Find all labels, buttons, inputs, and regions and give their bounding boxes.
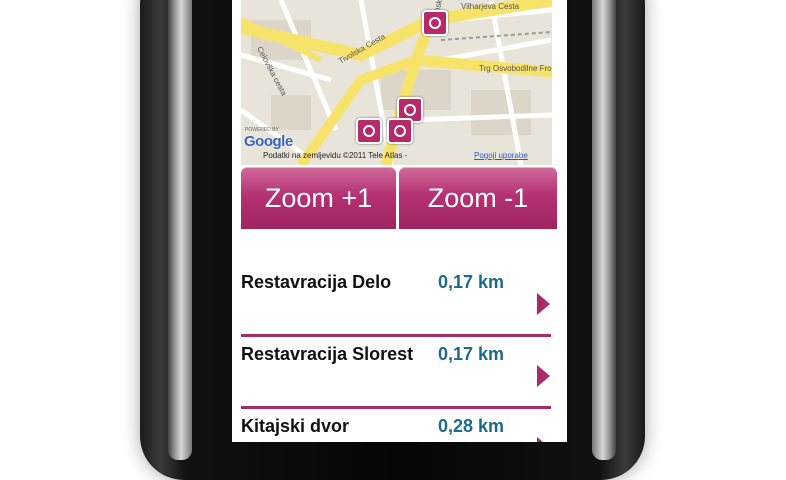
- street-label: Trg Osvobodilne Fronte: [479, 64, 552, 73]
- zoom-out-button[interactable]: Zoom -1: [399, 167, 557, 229]
- map-view[interactable]: Vilharjeva Cesta Celovška cesta Tivolska…: [241, 0, 552, 165]
- map-terms-link[interactable]: Pogoji uporabe: [474, 151, 528, 160]
- restaurant-plate-icon: [404, 104, 416, 116]
- chevron-right-icon[interactable]: [537, 293, 550, 315]
- restaurant-distance: 0,17 km: [438, 272, 505, 292]
- google-logo: Google: [244, 133, 293, 150]
- restaurant-name: Restavracija Slorest: [241, 344, 414, 364]
- restaurant-list: Restavracija Delo 0,17 km Restavracija S…: [241, 262, 551, 442]
- restaurant-plate-icon: [394, 125, 406, 137]
- street-label: Vilharjeva Cesta: [461, 2, 520, 11]
- restaurant-marker[interactable]: [387, 118, 413, 144]
- zoom-in-button[interactable]: Zoom +1: [241, 167, 396, 229]
- restaurant-marker[interactable]: [422, 10, 448, 36]
- restaurant-marker[interactable]: [356, 118, 382, 144]
- map-attribution: Podatki na zemljevidu ©2011 Tele Atlas -: [263, 151, 408, 160]
- restaurant-name: Kitajski dvor: [241, 416, 350, 436]
- list-item[interactable]: Kitajski dvor 0,28 km: [241, 406, 551, 442]
- restaurant-distance: 0,28 km: [438, 416, 505, 436]
- restaurant-plate-icon: [363, 125, 375, 137]
- restaurant-plate-icon: [429, 17, 441, 29]
- phone-bezel-right: [592, 0, 616, 460]
- phone-bezel-left: [168, 0, 192, 460]
- chevron-right-icon[interactable]: [537, 437, 550, 442]
- zoom-controls: Zoom +1 Zoom -1: [241, 167, 561, 229]
- restaurant-distance: 0,17 km: [438, 344, 505, 364]
- phone-screen: Vilharjeva Cesta Celovška cesta Tivolska…: [232, 0, 567, 442]
- list-item[interactable]: Restavracija Delo 0,17 km: [241, 262, 551, 337]
- restaurant-name: Restavracija Delo: [241, 272, 392, 292]
- chevron-right-icon[interactable]: [537, 365, 550, 387]
- list-item[interactable]: Restavracija Slorest 0,17 km: [241, 334, 551, 409]
